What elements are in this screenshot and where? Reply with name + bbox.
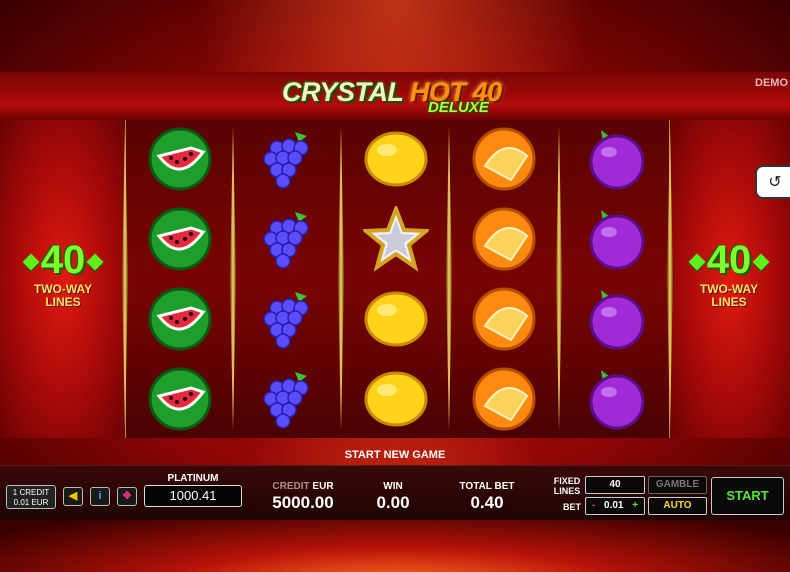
jackpot-value: 1000.41 xyxy=(144,485,242,507)
bet-increase-button[interactable]: + xyxy=(632,500,638,511)
fixed-lines-value: 40 xyxy=(585,476,645,494)
left-lines-text-2: LINES xyxy=(45,295,81,309)
denomination-line-2: 0.01 EUR xyxy=(13,498,49,507)
info-icon: i xyxy=(98,490,102,502)
orange-symbol xyxy=(467,202,541,276)
reel-grid xyxy=(125,120,670,438)
grid-icon: ❖ xyxy=(122,490,132,502)
win-display: WIN 0.00 xyxy=(362,481,424,513)
game-stage: DEMO CRYSTAL HOT 40 DELUXE 40 TWO-WAY LI… xyxy=(0,0,790,572)
diamond-icon xyxy=(86,253,104,271)
history-button[interactable]: ↺ xyxy=(755,165,790,199)
plum-symbol xyxy=(577,362,651,436)
watermelon-symbol xyxy=(143,282,217,356)
game-logo: CRYSTAL HOT 40 DELUXE xyxy=(282,75,502,121)
denomination-button[interactable]: 1 CREDIT 0.01 EUR xyxy=(6,485,56,509)
grapes-symbol xyxy=(251,202,325,276)
grapes-symbol xyxy=(251,362,325,436)
right-lines-number: 40 xyxy=(706,238,752,282)
right-lines-badge: 40 TWO-WAY LINES xyxy=(674,238,784,309)
bet-value: 0.01 xyxy=(604,500,624,511)
bet-stepper[interactable]: - 0.01 + xyxy=(585,497,645,515)
orange-symbol xyxy=(467,282,541,356)
fixed-lines-label: FIXED LINES xyxy=(552,476,582,496)
lemon-symbol xyxy=(359,122,433,196)
logo-subtitle: DELUXE xyxy=(428,99,489,116)
denomination-line-1: 1 CREDIT xyxy=(12,488,50,497)
bet-decrease-button[interactable]: - xyxy=(592,500,595,511)
sound-button[interactable]: ◀ xyxy=(63,487,83,506)
total-bet-value: 0.40 xyxy=(470,493,504,512)
bet-label: BET xyxy=(563,502,581,512)
total-bet-label: TOTAL BET xyxy=(459,481,515,492)
diamond-icon xyxy=(22,253,40,271)
credit-currency: EUR xyxy=(309,481,334,492)
control-bar: 1 CREDIT 0.01 EUR ◀ i ❖ PLATINUM JACKPOT… xyxy=(0,465,790,520)
diamond-icon xyxy=(688,253,706,271)
grapes-symbol xyxy=(251,282,325,356)
right-lines-text-2: LINES xyxy=(711,295,747,309)
credit-label-text: CREDIT xyxy=(272,481,310,492)
lemon-symbol xyxy=(359,362,433,436)
footer-glow xyxy=(0,520,790,572)
demo-label: DEMO xyxy=(755,77,788,89)
fixed-lines-label-1: FIXED xyxy=(553,476,581,486)
credit-label: CREDIT EUR xyxy=(262,481,344,492)
plum-symbol xyxy=(577,122,651,196)
orange-symbol xyxy=(467,122,541,196)
star-symbol xyxy=(359,202,433,276)
left-lines-number: 40 xyxy=(40,238,86,282)
left-side-panel: 40 TWO-WAY LINES xyxy=(0,120,125,438)
plum-symbol xyxy=(577,282,651,356)
left-lines-count: 40 xyxy=(8,238,118,283)
win-label: WIN xyxy=(383,481,403,492)
watermelon-symbol xyxy=(143,202,217,276)
watermelon-symbol xyxy=(143,122,217,196)
grapes-symbol xyxy=(251,122,325,196)
settings-button[interactable]: ❖ xyxy=(117,487,137,506)
fixed-lines-label-2: LINES xyxy=(553,486,581,496)
history-icon: ↺ xyxy=(768,174,782,191)
lemon-symbol xyxy=(359,282,433,356)
logo-word-crystal: CRYSTAL xyxy=(282,77,404,107)
gamble-button[interactable]: GAMBLE xyxy=(648,476,707,494)
credit-value: 5000.00 xyxy=(272,493,334,512)
speaker-icon: ◀ xyxy=(68,490,78,502)
win-value: 0.00 xyxy=(376,493,410,512)
watermelon-symbol xyxy=(143,362,217,436)
start-button[interactable]: START xyxy=(711,477,784,515)
right-lines-count: 40 xyxy=(674,238,784,283)
info-button[interactable]: i xyxy=(90,487,110,506)
diamond-icon xyxy=(752,253,770,271)
credit-display: CREDIT EUR 5000.00 xyxy=(262,481,344,513)
plum-symbol xyxy=(577,202,651,276)
start-new-game-label: START NEW GAME xyxy=(344,449,446,461)
left-lines-badge: 40 TWO-WAY LINES xyxy=(8,238,118,309)
auto-button[interactable]: AUTO xyxy=(648,497,707,515)
total-bet-display: TOTAL BET 0.40 xyxy=(450,481,524,513)
orange-symbol xyxy=(467,362,541,436)
